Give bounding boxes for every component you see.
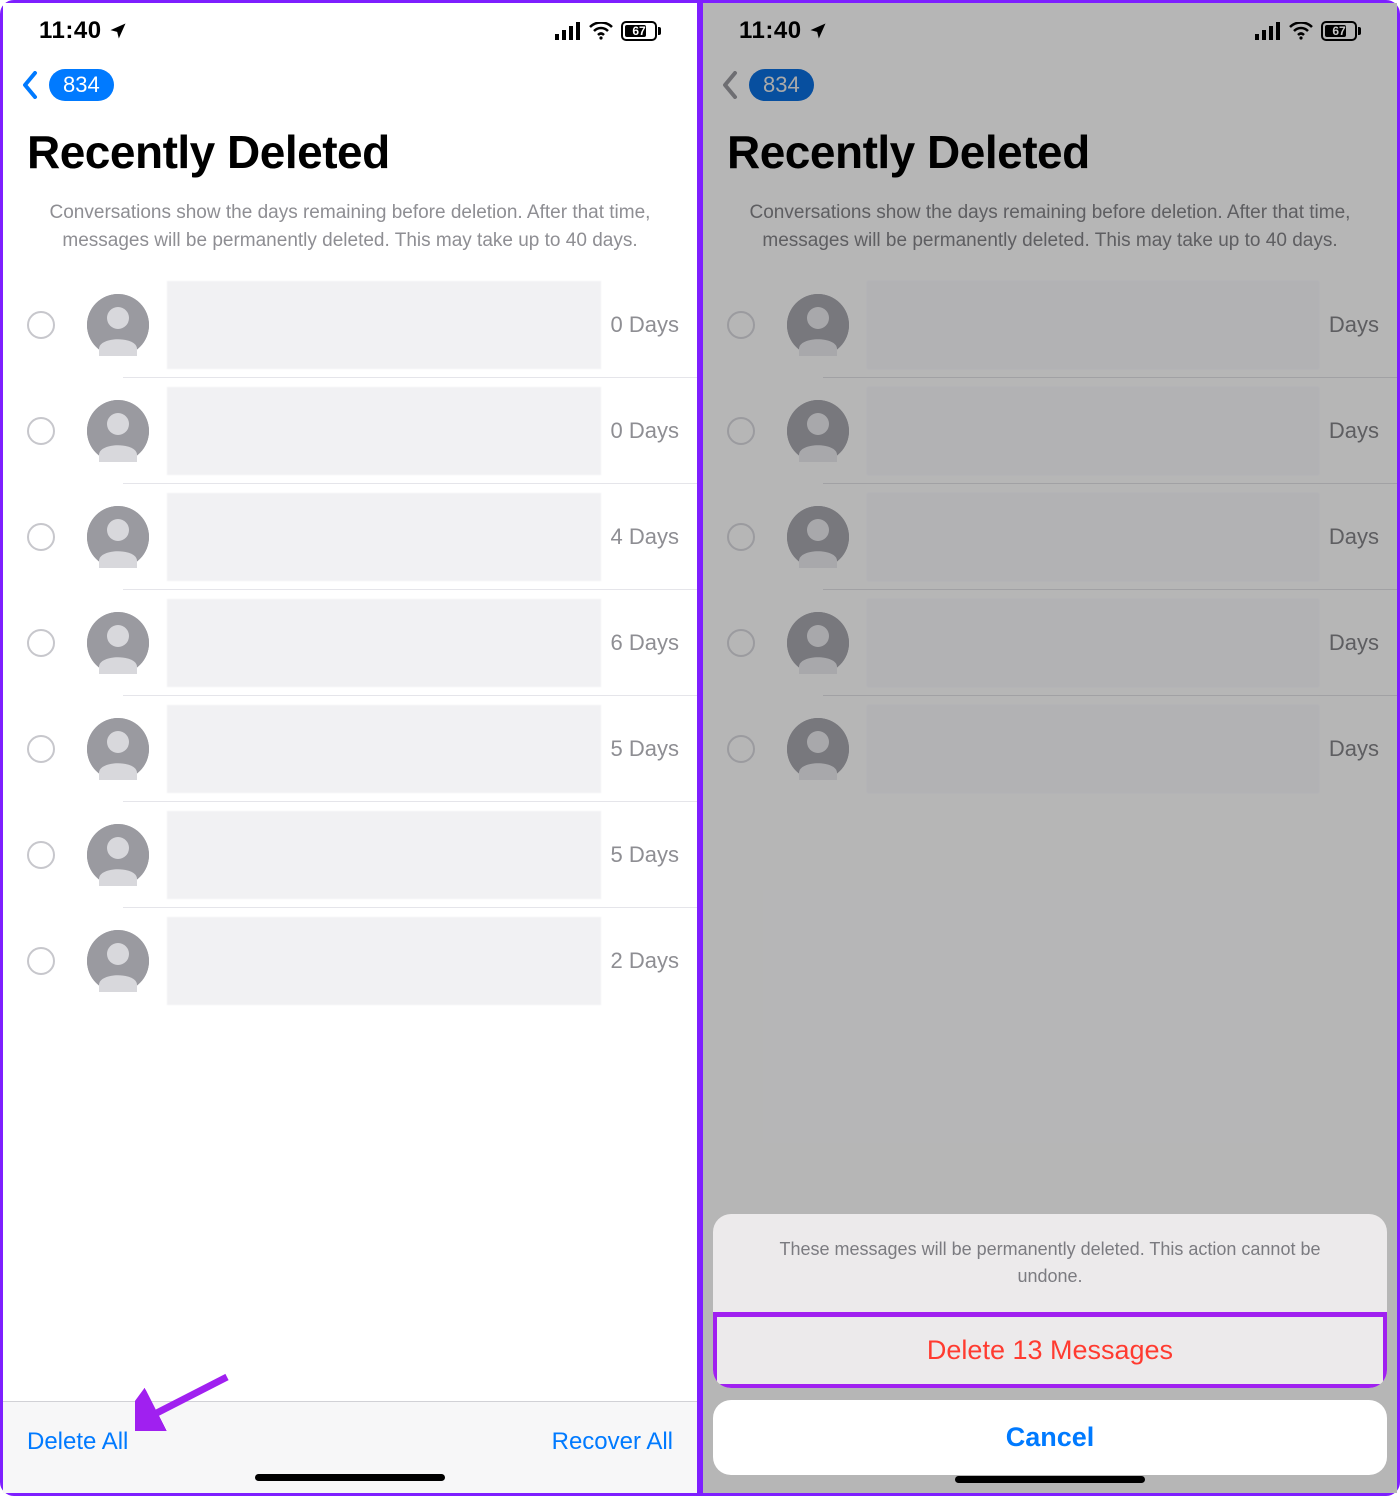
conversation-name-redacted [167, 387, 601, 475]
status-time: 11:40 [39, 17, 102, 45]
conversation-name-redacted [167, 599, 601, 687]
list-item[interactable]: Days [703, 484, 1397, 590]
cancel-button[interactable]: Cancel [713, 1400, 1387, 1475]
select-radio[interactable] [27, 417, 55, 445]
avatar [787, 400, 849, 462]
avatar [87, 294, 149, 356]
conversation-name-redacted [167, 705, 601, 793]
conversation-name-redacted [167, 811, 601, 899]
list-item[interactable]: 2 Days [3, 908, 697, 1014]
cellular-icon [1255, 22, 1281, 40]
avatar [787, 612, 849, 674]
conversation-name-redacted [867, 705, 1319, 793]
back-icon[interactable] [21, 71, 39, 99]
annotation-arrow-icon [135, 1371, 235, 1431]
select-radio[interactable] [27, 311, 55, 339]
conversation-name-redacted [867, 599, 1319, 687]
avatar [87, 930, 149, 992]
recover-all-button[interactable]: Recover All [552, 1428, 673, 1456]
select-radio[interactable] [727, 311, 755, 339]
days-remaining: 6 Days [611, 630, 679, 656]
home-indicator[interactable] [955, 1476, 1145, 1483]
conversation-list[interactable]: 0 Days 0 Days 4 Days 6 Days 5 Days 5 Days 2 Da… [3, 272, 697, 1401]
days-remaining: Days [1329, 630, 1379, 656]
list-item[interactable]: 5 Days [3, 696, 697, 802]
avatar [87, 824, 149, 886]
delete-messages-button[interactable]: Delete 13 Messages [713, 1313, 1387, 1388]
battery-icon: 67 [1321, 21, 1361, 41]
days-remaining: 5 Days [611, 736, 679, 762]
action-sheet-message: These messages will be permanently delet… [713, 1214, 1387, 1312]
avatar [787, 506, 849, 568]
select-radio[interactable] [27, 735, 55, 763]
page-title: Recently Deleted [3, 111, 697, 189]
list-item[interactable]: Days [703, 272, 1397, 378]
avatar [87, 718, 149, 780]
avatar [87, 506, 149, 568]
avatar [87, 612, 149, 674]
unread-badge: 834 [749, 69, 814, 101]
days-remaining: Days [1329, 736, 1379, 762]
cellular-icon [555, 22, 581, 40]
avatar [87, 400, 149, 462]
list-item[interactable]: 0 Days [3, 378, 697, 484]
back-icon [721, 71, 739, 99]
list-item[interactable]: Days [703, 378, 1397, 484]
days-remaining: 4 Days [611, 524, 679, 550]
days-remaining: Days [1329, 312, 1379, 338]
home-indicator[interactable] [255, 1474, 445, 1481]
conversation-name-redacted [867, 387, 1319, 475]
conversation-name-redacted [867, 493, 1319, 581]
page-subtitle: Conversations show the days remaining be… [703, 189, 1397, 272]
list-item[interactable]: 4 Days [3, 484, 697, 590]
avatar [787, 718, 849, 780]
conversation-name-redacted [167, 281, 601, 369]
list-item[interactable]: 5 Days [3, 802, 697, 908]
select-radio[interactable] [727, 735, 755, 763]
wifi-icon [1289, 22, 1313, 40]
select-radio[interactable] [27, 947, 55, 975]
location-icon [808, 21, 828, 41]
phone-left: 11:40 67 834 Recently Deleted Conversati… [3, 3, 697, 1493]
select-radio[interactable] [27, 523, 55, 551]
days-remaining: Days [1329, 418, 1379, 444]
select-radio[interactable] [27, 841, 55, 869]
page-title: Recently Deleted [703, 111, 1397, 189]
list-item[interactable]: Days [703, 696, 1397, 802]
conversation-name-redacted [167, 917, 601, 1005]
avatar [787, 294, 849, 356]
status-bar: 11:40 67 [3, 3, 697, 59]
page-subtitle: Conversations show the days remaining be… [3, 189, 697, 272]
action-sheet: These messages will be permanently delet… [713, 1214, 1387, 1475]
delete-all-button[interactable]: Delete All [27, 1428, 128, 1456]
days-remaining: 0 Days [611, 312, 679, 338]
select-radio[interactable] [727, 417, 755, 445]
list-item[interactable]: 6 Days [3, 590, 697, 696]
battery-icon: 67 [621, 21, 661, 41]
list-item[interactable]: 0 Days [3, 272, 697, 378]
unread-badge[interactable]: 834 [49, 69, 114, 101]
nav-header: 834 [703, 59, 1397, 111]
phone-right: 11:40 67 834 Recently Deleted Conversati… [703, 3, 1397, 1493]
wifi-icon [589, 22, 613, 40]
nav-header: 834 [3, 59, 697, 111]
list-item[interactable]: Days [703, 590, 1397, 696]
conversation-name-redacted [167, 493, 601, 581]
location-icon [108, 21, 128, 41]
status-time: 11:40 [739, 17, 802, 45]
status-bar: 11:40 67 [703, 3, 1397, 59]
days-remaining: Days [1329, 524, 1379, 550]
select-radio[interactable] [27, 629, 55, 657]
days-remaining: 5 Days [611, 842, 679, 868]
days-remaining: 2 Days [611, 948, 679, 974]
select-radio[interactable] [727, 629, 755, 657]
select-radio[interactable] [727, 523, 755, 551]
conversation-name-redacted [867, 281, 1319, 369]
days-remaining: 0 Days [611, 418, 679, 444]
